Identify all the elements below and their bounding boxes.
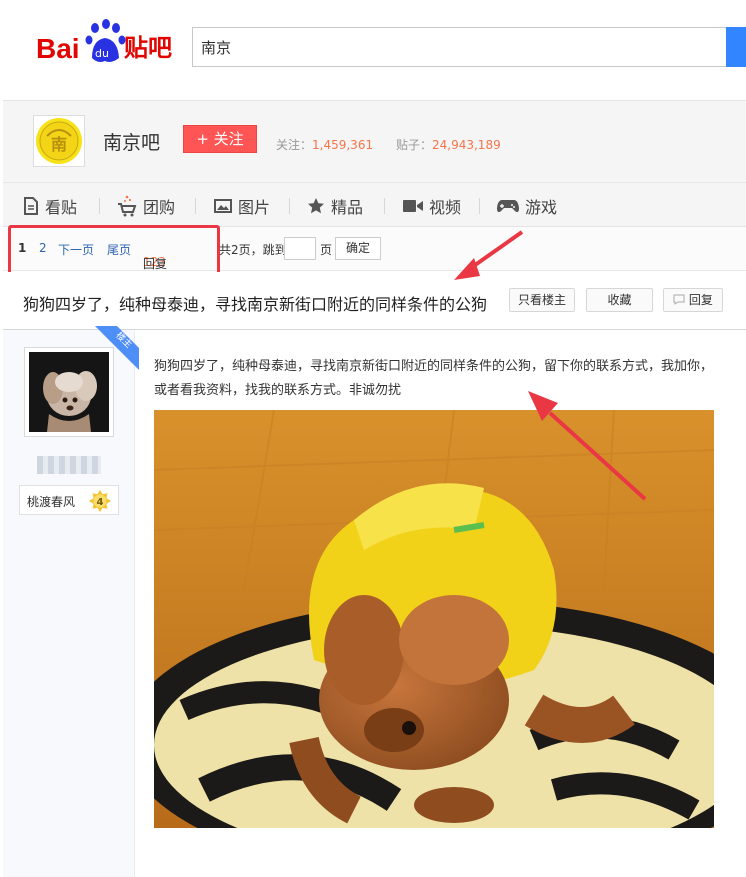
tab-games[interactable]: 游戏 — [497, 195, 557, 217]
forum-stats: 关注：1,459,361 贴子：24,943,189 — [276, 136, 501, 153]
comment-icon — [673, 294, 685, 305]
tab-featured[interactable]: 精品 — [307, 195, 363, 217]
star-icon — [308, 198, 324, 214]
tab-label: 视频 — [429, 198, 462, 217]
nav-divider — [384, 198, 385, 214]
cart-icon — [118, 195, 137, 217]
top-bar: Bai du 贴吧 — [0, 0, 746, 100]
follow-button[interactable]: + 关注 — [183, 125, 257, 153]
post-content: 狗狗四岁了，纯种母泰迪，寻找南京新街口附近的同样条件的公狗，留下你的联系方式，我… — [154, 359, 714, 398]
forum-logo[interactable]: 南 — [33, 115, 85, 167]
favorite-button[interactable]: 收藏 — [586, 288, 653, 312]
post-photo[interactable] — [154, 410, 714, 828]
tab-label: 游戏 — [525, 198, 558, 217]
jump-ok-button[interactable]: 确定 — [335, 237, 381, 260]
highlight-box — [8, 225, 220, 275]
tab-group-buy[interactable]: 团购 — [117, 195, 175, 217]
forum-header: 南 南京吧 + 关注 关注：1,459,361 贴子：24,943,189 — [3, 100, 746, 182]
username-blurred[interactable] — [37, 456, 101, 474]
baidu-tieba-logo[interactable]: Bai du 贴吧 — [36, 16, 176, 68]
forum-nav: 看贴 团购 图片 精品 视频 游戏 — [3, 182, 746, 227]
search-input[interactable] — [193, 28, 713, 66]
thread-title: 狗狗四岁了，纯种母泰迪，寻找南京新街口附近的同样条件的公狗 — [23, 295, 488, 314]
nav-divider — [479, 198, 480, 214]
tab-label: 看贴 — [45, 198, 78, 217]
tab-label: 精品 — [331, 198, 364, 217]
tab-label: 图片 — [238, 198, 271, 217]
search-button[interactable] — [726, 27, 746, 67]
gamepad-icon — [497, 200, 519, 213]
nav-divider — [99, 198, 100, 214]
nav-divider — [289, 198, 290, 214]
nav-divider — [195, 198, 196, 214]
reply-button[interactable]: 回复 — [663, 288, 723, 312]
reply-label: 回复 — [688, 293, 713, 307]
fans-badge[interactable]: 桃渡春风 4 — [19, 485, 119, 515]
only-op-button[interactable]: 只看楼主 — [509, 288, 575, 312]
tab-images[interactable]: 图片 — [214, 195, 270, 217]
page-unit-label: 页 — [320, 243, 333, 257]
level-number: 4 — [97, 497, 104, 508]
svg-text:南: 南 — [51, 135, 67, 154]
video-icon — [403, 200, 423, 212]
tab-posts[interactable]: 看贴 — [23, 195, 77, 217]
forum-name[interactable]: 南京吧 — [103, 128, 160, 155]
svg-text:du: du — [95, 47, 109, 60]
posts-count: 24,943,189 — [432, 138, 501, 152]
svg-text:Bai: Bai — [36, 33, 80, 64]
follow-count: 1,459,361 — [312, 138, 374, 152]
post: 桃渡春风 4 楼主 狗狗四岁了，纯种母泰迪，寻找南京新街口附近的同样条件的公狗，… — [3, 326, 746, 877]
tab-video[interactable]: 视频 — [403, 195, 461, 217]
fans-name: 桃渡春风 — [27, 495, 76, 509]
svg-text:贴吧: 贴吧 — [124, 34, 172, 62]
total-pages-label: 共2页，跳到 — [219, 243, 287, 257]
posts-count-label: 贴子： — [395, 138, 432, 152]
search-box[interactable] — [192, 27, 746, 67]
document-icon — [24, 197, 38, 215]
thread-title-bar: 狗狗四岁了，纯种母泰迪，寻找南京新街口附近的同样条件的公狗 只看楼主 收藏 回复 — [3, 272, 746, 330]
tab-label: 团购 — [143, 198, 176, 217]
author-sidebar: 桃渡春风 4 — [3, 330, 135, 877]
op-corner-badge: 楼主 — [95, 326, 139, 370]
level-badge-icon: 4 — [89, 490, 111, 512]
follow-count-label: 关注： — [276, 138, 313, 152]
image-icon — [214, 199, 232, 213]
jump-page-input[interactable] — [284, 237, 316, 260]
